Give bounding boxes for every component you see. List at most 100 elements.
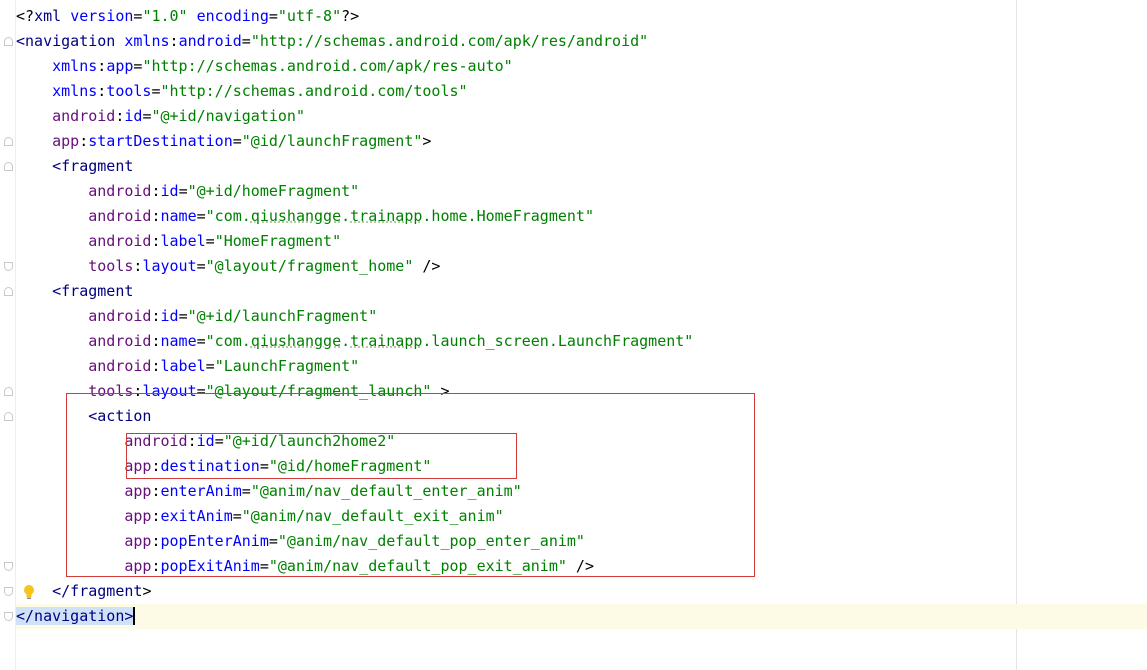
fold-marker-icon[interactable] bbox=[4, 412, 13, 421]
code-token: "@+id/navigation" bbox=[151, 107, 305, 125]
code-line[interactable]: <fragment bbox=[16, 154, 133, 179]
code-line[interactable]: </fragment> bbox=[16, 579, 151, 604]
code-token: name bbox=[160, 332, 197, 350]
code-line[interactable]: android:label="LaunchFragment" bbox=[16, 354, 359, 379]
code-token: tools bbox=[106, 82, 152, 100]
fold-marker-icon[interactable] bbox=[4, 137, 13, 146]
code-token: id bbox=[160, 307, 179, 325]
code-line[interactable]: android:name="com.qiushangge.trainapp.la… bbox=[16, 329, 693, 354]
code-token: : bbox=[151, 207, 161, 225]
code-token: id bbox=[124, 107, 143, 125]
xml-code-editor[interactable]: <?xml version="1.0" encoding="utf-8"?> <n… bbox=[0, 0, 1147, 670]
code-line[interactable]: android:name="com.qiushangge.trainapp.ho… bbox=[16, 204, 594, 229]
fold-marker-icon[interactable] bbox=[4, 162, 13, 171]
code-token: label bbox=[160, 357, 206, 375]
code-line[interactable]: android:id="@+id/homeFragment" bbox=[16, 179, 359, 204]
code-line[interactable]: android:id="@+id/launchFragment" bbox=[16, 304, 377, 329]
code-token: id bbox=[160, 182, 179, 200]
code-line[interactable]: android:id="@+id/navigation" bbox=[16, 104, 305, 129]
code-line[interactable]: app:startDestination="@id/launchFragment… bbox=[16, 129, 431, 154]
code-token: "http://schemas.android.com/tools" bbox=[160, 82, 468, 100]
code-token: <navigation bbox=[16, 32, 116, 50]
code-token: qiushangge bbox=[250, 332, 342, 350]
code-token: .home.HomeFragment" bbox=[422, 207, 594, 225]
code-token: android bbox=[88, 307, 152, 325]
lightbulb-icon[interactable] bbox=[23, 584, 35, 600]
code-token: : bbox=[151, 357, 161, 375]
code-token: name bbox=[160, 207, 197, 225]
fold-marker-icon[interactable] bbox=[4, 287, 13, 296]
code-line[interactable]: </navigation> bbox=[16, 604, 1147, 629]
code-token: <fragment bbox=[52, 157, 134, 175]
fold-marker-icon[interactable] bbox=[4, 37, 13, 46]
code-token: android bbox=[88, 332, 152, 350]
code-token: = bbox=[196, 332, 206, 350]
code-token: = bbox=[196, 257, 206, 275]
code-token: android bbox=[88, 207, 152, 225]
code-token: : bbox=[151, 182, 161, 200]
code-line[interactable]: tools:layout="@layout/fragment_home" /> bbox=[16, 254, 440, 279]
code-token: . bbox=[341, 207, 351, 225]
code-token: = bbox=[196, 207, 206, 225]
code-token: "com. bbox=[205, 332, 251, 350]
code-line[interactable]: <fragment bbox=[16, 279, 133, 304]
code-token: trainapp bbox=[350, 332, 423, 350]
code-token: xmlns bbox=[124, 32, 170, 50]
xml-prolog: <?xml version="1.0" encoding="utf-8"?> bbox=[16, 7, 360, 25]
code-token: layout bbox=[142, 257, 197, 275]
code-token: : bbox=[151, 232, 161, 250]
code-token: xmlns bbox=[52, 57, 98, 75]
code-token: android bbox=[88, 182, 152, 200]
code-token: = bbox=[241, 32, 251, 50]
fold-marker-icon[interactable] bbox=[4, 587, 13, 596]
code-token: "http://schemas.android.com/apk/res-auto… bbox=[142, 57, 513, 75]
code-token: > bbox=[422, 132, 432, 150]
code-token: <fragment bbox=[52, 282, 134, 300]
right-margin-guide bbox=[1016, 0, 1017, 670]
code-token: : bbox=[169, 32, 179, 50]
code-token: = bbox=[178, 182, 188, 200]
code-line[interactable]: xmlns:app="http://schemas.android.com/ap… bbox=[16, 54, 513, 79]
code-token: android bbox=[178, 32, 242, 50]
code-token: /> bbox=[413, 257, 441, 275]
code-line[interactable]: android:label="HomeFragment" bbox=[16, 229, 341, 254]
fold-marker-icon[interactable] bbox=[4, 262, 13, 271]
fold-marker-icon[interactable] bbox=[4, 387, 13, 396]
code-token: "LaunchFragment" bbox=[214, 357, 360, 375]
code-line[interactable]: <navigation xmlns:android="http://schema… bbox=[16, 29, 648, 54]
code-token: : bbox=[79, 132, 89, 150]
code-token: : bbox=[151, 307, 161, 325]
fold-marker-icon[interactable] bbox=[4, 562, 13, 571]
code-token: app bbox=[106, 57, 134, 75]
code-token: </navigation> bbox=[16, 607, 136, 625]
code-token: startDestination bbox=[88, 132, 233, 150]
code-token: xmlns bbox=[52, 82, 98, 100]
code-token: = bbox=[232, 132, 242, 150]
fold-marker-icon[interactable] bbox=[4, 612, 13, 621]
code-token: "@layout/fragment_home" bbox=[205, 257, 414, 275]
code-token: "http://schemas.android.com/apk/res/andr… bbox=[250, 32, 649, 50]
code-token: tools bbox=[88, 257, 134, 275]
code-token: . bbox=[341, 332, 351, 350]
code-token: = bbox=[178, 307, 188, 325]
code-line[interactable]: <?xml version="1.0" encoding="utf-8"?> bbox=[16, 4, 359, 29]
code-token: app bbox=[52, 132, 80, 150]
code-token: = bbox=[205, 357, 215, 375]
code-line[interactable]: xmlns:tools="http://schemas.android.com/… bbox=[16, 79, 468, 104]
code-token: > bbox=[142, 582, 152, 600]
code-token: qiushangge bbox=[250, 207, 342, 225]
code-token: "@id/launchFragment" bbox=[241, 132, 423, 150]
code-token: label bbox=[160, 232, 206, 250]
code-token: trainapp bbox=[350, 207, 423, 225]
